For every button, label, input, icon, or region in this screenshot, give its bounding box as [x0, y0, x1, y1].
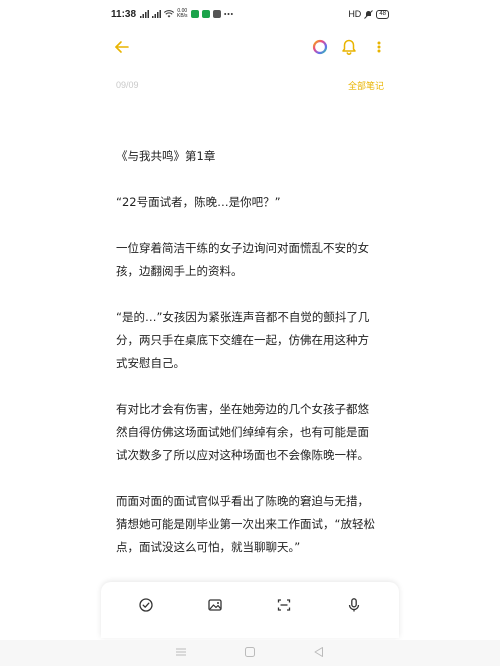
net-speed-unit: KB/s	[177, 13, 188, 19]
app-notify-icon	[212, 10, 221, 18]
note-line: 分，两只手在桌底下交缠在一起，仿佛在用这种方	[116, 333, 369, 347]
status-bar: 11:38 0.00 KB/s HD 48	[0, 0, 500, 28]
note-paragraph: 而面对面的面试官似乎看出了陈晚的窘迫与无措， 猜想她可能是刚毕业第一次出来工作面…	[116, 490, 386, 559]
microphone-icon[interactable]	[346, 597, 362, 613]
net-speed-icon: 0.00 KB/s	[177, 9, 188, 19]
all-notes-link[interactable]: 全部笔记	[348, 79, 384, 92]
note-date: 09/09	[116, 80, 139, 90]
note-line: 孩，边翻阅手上的资料。	[116, 264, 243, 278]
status-time: 11:38	[111, 9, 137, 20]
color-ring-icon[interactable]	[311, 38, 329, 56]
signal-icon	[140, 10, 149, 18]
menu-icon[interactable]	[175, 646, 187, 658]
image-icon[interactable]	[207, 597, 223, 613]
wifi-icon	[164, 10, 174, 18]
signal-icon	[152, 10, 161, 18]
status-right: HD 48	[348, 9, 389, 19]
scan-icon[interactable]	[276, 597, 292, 613]
note-line: 然自得仿佛这场面试她们绰绰有余，也有可能是面	[116, 425, 369, 439]
app-notify-icon	[201, 10, 210, 18]
more-vertical-icon[interactable]	[372, 38, 386, 56]
more-dots-icon	[223, 13, 233, 15]
arrow-left-icon[interactable]	[113, 36, 131, 58]
app-notify-icon	[190, 10, 199, 18]
note-line: 式安慰自己。	[116, 356, 185, 370]
note-line: 一位穿着简洁干练的女子边询问对面慌乱不安的女	[116, 241, 369, 255]
note-line: 猜想她可能是刚毕业第一次出来工作面试，“放轻松	[116, 517, 375, 531]
note-toolbar	[0, 36, 500, 60]
battery-icon: 48	[376, 9, 389, 19]
checklist-icon[interactable]	[138, 597, 154, 613]
back-triangle-icon[interactable]	[313, 646, 325, 658]
note-line: “是的…”女孩因为紧张连声音都不自觉的颤抖了几	[116, 310, 370, 324]
home-icon[interactable]	[244, 646, 256, 658]
note-line: 而面对面的面试官似乎看出了陈晚的窘迫与无措，	[116, 494, 369, 508]
status-left-icons: 0.00 KB/s	[140, 9, 233, 19]
system-nav-bar	[0, 640, 500, 666]
note-paragraph: “是的…”女孩因为紧张连声音都不自觉的颤抖了几 分，两只手在桌底下交缠在一起，仿…	[116, 306, 386, 375]
bottom-tool-bar	[101, 582, 399, 638]
network-type: HD	[348, 9, 362, 19]
bell-icon[interactable]	[340, 38, 358, 56]
note-title: 《与我共鸣》第1章	[116, 145, 386, 168]
notes-screen: 11:38 0.00 KB/s HD 48 09/09 全部笔记 《与我共鸣》第…	[0, 0, 500, 666]
note-paragraph: 一位穿着简洁干练的女子边询问对面慌乱不安的女 孩，边翻阅手上的资料。	[116, 237, 386, 283]
note-paragraph: “22号面试者，陈晚…是你吧？”	[116, 191, 386, 214]
mute-icon	[364, 9, 374, 19]
note-line: 《与我共鸣》第1章	[116, 149, 216, 163]
note-line: 点，面试没这么可怕，就当聊聊天。”	[116, 540, 301, 554]
note-body[interactable]: 《与我共鸣》第1章 “22号面试者，陈晚…是你吧？” 一位穿着简洁干练的女子边询…	[116, 145, 386, 582]
note-line: 有对比才会有伤害，坐在她旁边的几个女孩子都悠	[116, 402, 369, 416]
note-paragraph: 有对比才会有伤害，坐在她旁边的几个女孩子都悠 然自得仿佛这场面试她们绰绰有余，也…	[116, 398, 386, 467]
note-line: 试次数多了所以应对这种场面也不会像陈晚一样。	[116, 448, 369, 462]
note-line: “22号面试者，陈晚…是你吧？”	[116, 195, 281, 209]
